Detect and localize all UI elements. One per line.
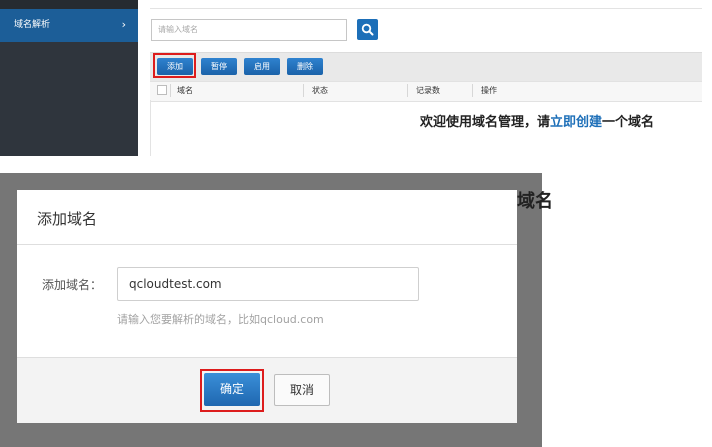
column-divider: [303, 84, 304, 97]
search-input[interactable]: 请输入域名: [151, 19, 347, 41]
domain-field-label: 添加域名：: [42, 278, 103, 292]
enable-button[interactable]: 启用: [244, 58, 280, 75]
search-button[interactable]: [357, 19, 378, 40]
welcome-suffix: 一个域名: [602, 115, 655, 130]
add-button-highlight: [153, 53, 196, 78]
create-now-link[interactable]: 立即创建: [550, 115, 602, 130]
sidebar-header: [0, 0, 138, 9]
domain-hint: 请输入您要解析的域名，比如qcloud.com: [117, 313, 324, 326]
delete-button[interactable]: 删除: [287, 58, 323, 75]
chevron-right-icon: ›: [121, 18, 126, 31]
dialog-footer: [17, 357, 517, 423]
column-divider: [472, 84, 473, 97]
column-divider: [170, 84, 171, 97]
sidebar-item-dns[interactable]: 域名解析 ›: [0, 9, 138, 42]
column-header-status[interactable]: 状态: [312, 82, 328, 99]
pause-button[interactable]: 暂停: [201, 58, 237, 75]
dialog-title: 添加域名: [37, 210, 98, 228]
column-header-actions[interactable]: 操作: [481, 82, 497, 99]
search-icon: [361, 23, 374, 36]
welcome-prefix: 欢迎使用域名管理，请: [420, 115, 551, 130]
cancel-button[interactable]: 取消: [274, 374, 330, 406]
confirm-button-highlight: [200, 369, 264, 412]
content-border: [150, 100, 151, 156]
top-divider: [150, 8, 702, 9]
domain-input[interactable]: qcloudtest.com: [117, 267, 419, 301]
select-all-checkbox[interactable]: [157, 85, 167, 95]
background-text: 域名: [517, 191, 553, 212]
column-header-domain[interactable]: 域名: [177, 82, 193, 99]
welcome-message: 欢迎使用域名管理，请立即创建一个域名: [420, 111, 654, 130]
dialog-divider: [17, 244, 517, 245]
column-header-records[interactable]: 记录数: [416, 82, 440, 99]
sidebar-item-label: 域名解析: [14, 20, 51, 30]
column-divider: [407, 84, 408, 97]
